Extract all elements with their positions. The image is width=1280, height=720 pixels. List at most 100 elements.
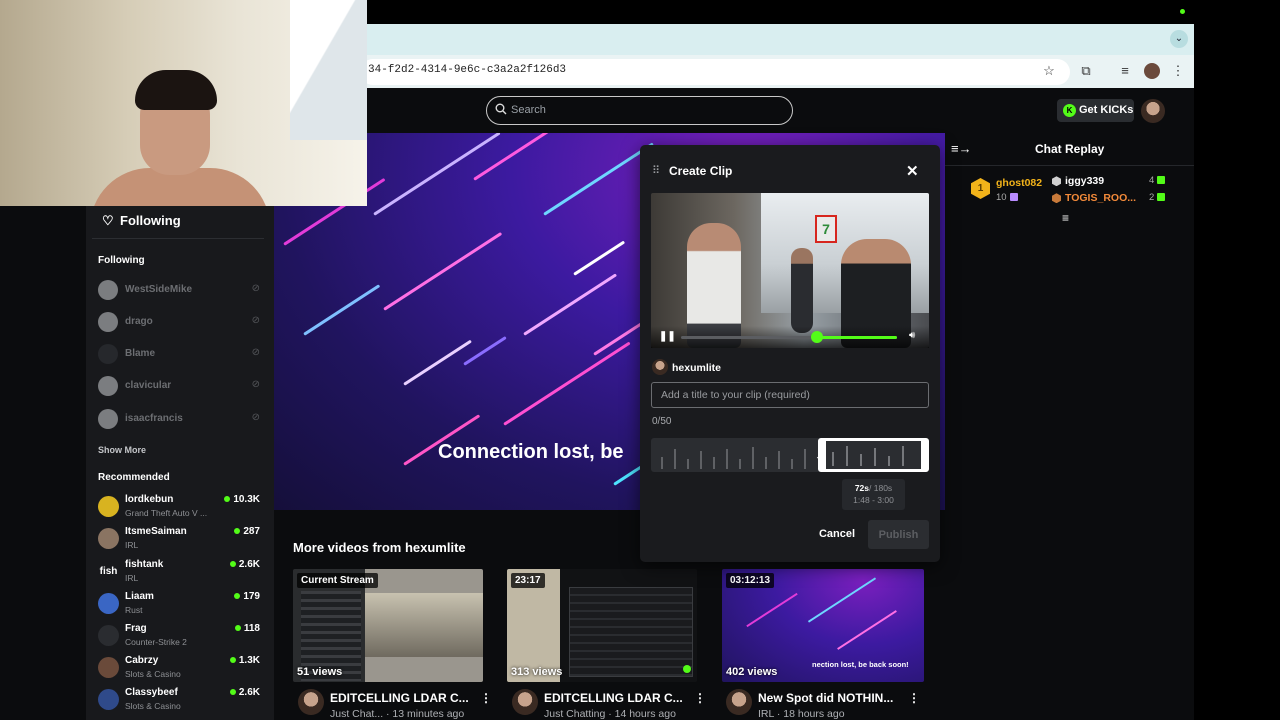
chat-username[interactable]: iggy339 (1052, 175, 1104, 187)
avatar (98, 376, 118, 396)
viewer-count: 2.6K (229, 687, 260, 698)
video-title[interactable]: New Spot did NOTHIN... (758, 691, 893, 705)
pause-icon[interactable]: ❚❚ (659, 331, 676, 342)
sidebar-item-recommended[interactable]: ItsmeSaiman IRL 287 (98, 526, 264, 556)
viewer-count-value: 2.6K (238, 687, 260, 698)
background-streak (573, 240, 626, 276)
video-thumbnail[interactable]: nection lost, be back soon! 03:12:13 402… (722, 569, 924, 682)
avatar (98, 689, 119, 710)
more-options-icon[interactable]: ⋮ (694, 691, 706, 705)
webcam-window-light (290, 0, 367, 140)
user-avatar[interactable] (1141, 99, 1165, 123)
channel-name: Blame (125, 348, 156, 359)
get-kicks-button[interactable]: K Get KICKs (1057, 99, 1134, 122)
search-input[interactable]: Search (511, 104, 546, 116)
clip-preview-video[interactable]: 7 (651, 193, 929, 348)
profile-icon[interactable] (1144, 63, 1160, 79)
sidebar-item-recommended[interactable]: Classybeef Slots & Casino 2.6K (98, 687, 264, 717)
cancel-button[interactable]: Cancel (812, 522, 862, 546)
avatar (98, 312, 118, 332)
sidebar-item-following[interactable]: drago ⊘ (98, 311, 264, 333)
sidebar-item-recommended[interactable]: Frag Counter-Strike 2 118 (98, 623, 264, 653)
menu-icon[interactable]: ⋮ (1170, 63, 1186, 79)
duration-max: / 180s (869, 483, 893, 493)
video-subtitle: Just Chatting · 14 hours ago (544, 708, 676, 720)
chat-username[interactable]: ghost082 (996, 177, 1042, 189)
gift-count: 10 (996, 192, 1018, 203)
video-tag: Current Stream (297, 573, 378, 588)
avatar[interactable] (512, 689, 538, 715)
more-options-icon[interactable]: ⋮ (908, 691, 920, 705)
drag-handle-icon[interactable]: ⠿ (652, 164, 660, 177)
waveform-tick (674, 449, 676, 469)
waveform-tick (687, 459, 689, 469)
channel-name: isaacfrancis (125, 413, 183, 424)
live-dot (229, 657, 236, 663)
channel-name: clavicular (125, 380, 172, 391)
heart-icon: ♡ (102, 213, 114, 228)
collapse-chat-icon[interactable]: ≡→ (951, 141, 972, 156)
waveform-tick (752, 447, 754, 469)
extensions-icon[interactable]: ⧉ (1078, 63, 1094, 79)
sidebar-item-recommended[interactable]: Liaam Rust 179 (98, 591, 264, 621)
video-tag: 23:17 (511, 573, 545, 588)
clip-selection-range[interactable] (818, 438, 929, 472)
video-title[interactable]: EDITCELLING LDAR C... (330, 691, 469, 705)
sidebar-item-following[interactable]: isaacfrancis ⊘ (98, 408, 264, 430)
channel-name: drago (125, 316, 153, 327)
publish-button[interactable]: Publish (868, 520, 929, 549)
avatar[interactable] (298, 689, 324, 715)
waveform-tick (902, 446, 904, 466)
address-text[interactable]: 34-f2d2-4314-9e6c-c3a2a2f126d3 (368, 64, 566, 76)
video-thumbnail[interactable]: 23:17 313 views (507, 569, 697, 682)
person-figure (791, 248, 813, 333)
following-nav[interactable]: ♡ Following (102, 213, 181, 229)
star-icon[interactable]: ☆ (1041, 63, 1057, 79)
show-more-link[interactable]: Show More (98, 445, 146, 455)
offline-icon: ⊘ (251, 315, 260, 326)
sidebar-item-recommended[interactable]: Cabrzy Slots & Casino 1.3K (98, 655, 264, 685)
seek-handle[interactable] (811, 331, 824, 343)
more-options-icon[interactable]: ⋮ (480, 691, 492, 705)
waveform-tick (713, 457, 715, 469)
webcam-person-hair (135, 70, 217, 110)
background-streak (303, 284, 381, 336)
video-subtitle: Just Chat... · 13 minutes ago (330, 708, 465, 720)
close-icon[interactable]: ✕ (906, 162, 919, 180)
clip-title-input[interactable] (651, 382, 929, 408)
viewer-count-value: 118 (243, 623, 260, 634)
viewer-count: 1.3K (229, 655, 260, 666)
avatar (98, 657, 119, 678)
sidebar-item-recommended[interactable]: lordkebun Grand Theft Auto V ... 10.3K (98, 494, 264, 524)
viewer-count: 118 (234, 623, 260, 634)
video-title[interactable]: EDITCELLING LDAR C... (544, 691, 683, 705)
channel-name: ItsmeSaiman (125, 526, 187, 537)
chat-divider (945, 165, 1194, 166)
waveform-tick (832, 452, 834, 466)
live-dot (234, 593, 241, 599)
thumbnail-image (365, 593, 483, 657)
viewer-count-value: 10.3K (233, 494, 260, 505)
sidebar-item-following[interactable]: Blame ⊘ (98, 343, 264, 365)
channel-name: fishtank (125, 559, 164, 570)
avatar[interactable] (726, 689, 752, 715)
volume-icon[interactable]: 🔊︎ (909, 330, 915, 341)
offline-icon: ⊘ (251, 379, 260, 390)
expand-icon[interactable]: ≡ (1062, 211, 1069, 225)
sidebar-item-following[interactable]: clavicular ⊘ (98, 375, 264, 397)
offline-icon: ⊘ (251, 412, 260, 423)
connection-lost-message: Connection lost, be (438, 441, 624, 463)
live-dot (229, 561, 236, 567)
video-thumbnail[interactable]: Current Stream 51 views (293, 569, 483, 682)
title-char-counter: 0/50 (652, 416, 672, 427)
gift-icon (1157, 176, 1166, 185)
viewer-count: 2.6K (229, 559, 260, 570)
sidebar-item-recommended[interactable]: fish fishtank IRL 2.6K (98, 559, 264, 589)
sidebar-divider (92, 238, 264, 239)
waveform-tick (726, 449, 728, 469)
sidebar-item-following[interactable]: WestSideMike ⊘ (98, 279, 264, 301)
media-icon[interactable]: ≡ (1117, 63, 1133, 79)
offline-icon: ⊘ (251, 283, 260, 294)
tab-search-icon[interactable]: ⌄ (1170, 30, 1188, 48)
chat-username[interactable]: TOGIS_ROO... (1052, 192, 1136, 204)
